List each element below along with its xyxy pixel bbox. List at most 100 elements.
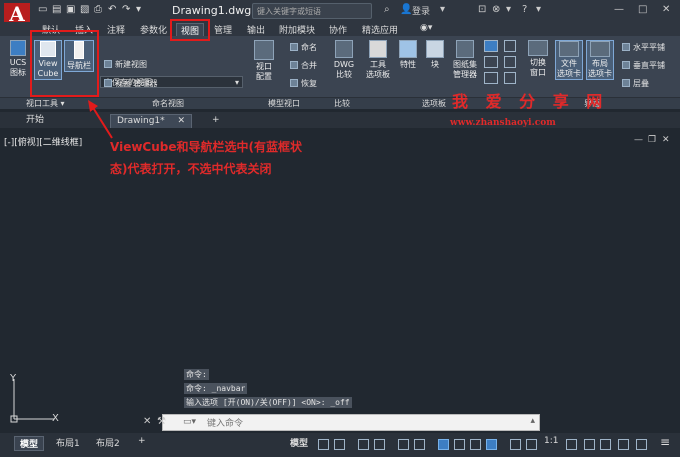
help-chevron-icon[interactable]: ▾ bbox=[536, 4, 541, 15]
cart-icon[interactable]: ⊡ bbox=[478, 4, 486, 15]
transparency-icon[interactable] bbox=[454, 439, 465, 450]
grid-icon[interactable] bbox=[318, 439, 329, 450]
dropdown-chevron-icon[interactable]: ▾ bbox=[440, 4, 445, 15]
join-viewport-button[interactable]: 合并 bbox=[290, 60, 317, 71]
panel-label-viewport-tools[interactable]: 视口工具 ▾ bbox=[26, 98, 65, 109]
units-icon[interactable] bbox=[618, 439, 629, 450]
add-tab-button[interactable]: + bbox=[212, 114, 220, 128]
layout-tabs-button[interactable]: 布局 选项卡 bbox=[586, 40, 614, 80]
tab-layout1[interactable]: 布局1 bbox=[56, 436, 80, 449]
viewport-minimize-icon[interactable]: — bbox=[634, 135, 643, 145]
new-file-icon[interactable]: ▭ bbox=[38, 4, 47, 15]
tab-annotate[interactable]: 注释 bbox=[107, 23, 125, 36]
user-icon[interactable]: 👤 bbox=[400, 4, 412, 15]
login-button[interactable]: 登录 bbox=[412, 4, 430, 17]
properties-button[interactable]: 特性 bbox=[396, 40, 420, 70]
open-file-icon[interactable]: ▤ bbox=[52, 4, 61, 15]
3d-osnap-icon[interactable] bbox=[486, 439, 497, 450]
help-icon[interactable]: ? bbox=[522, 4, 527, 15]
tab-start[interactable]: 开始 bbox=[26, 114, 44, 128]
undo-icon[interactable]: ↶ bbox=[108, 4, 116, 15]
customize-status-icon[interactable]: ≡ bbox=[660, 435, 670, 449]
print-icon[interactable]: ⎙ bbox=[94, 4, 102, 15]
tile-horizontal-label: 水平平铺 bbox=[633, 43, 665, 52]
block-button[interactable]: 块 bbox=[424, 40, 446, 70]
tab-collaborate[interactable]: 协作 bbox=[329, 23, 347, 36]
palette-toggle-icon-5[interactable] bbox=[504, 56, 516, 68]
settings-icon[interactable] bbox=[584, 439, 595, 450]
viewport-config-button[interactable]: 视口 配置 bbox=[250, 40, 278, 82]
tab-manage[interactable]: 管理 bbox=[214, 23, 232, 36]
search-input[interactable]: 键入关键字或短语 bbox=[252, 3, 372, 19]
drawing-canvas[interactable]: [-][俯视][二维线框] — ❐ ✕ Y X 命令: 命令: _navbar … bbox=[0, 129, 680, 433]
tile-horizontal-button[interactable]: 水平平铺 bbox=[622, 42, 665, 53]
isolate-icon[interactable] bbox=[636, 439, 647, 450]
viewport-controls[interactable]: [-][俯视][二维线框] bbox=[4, 135, 82, 148]
close-icon[interactable]: ✕ bbox=[662, 4, 670, 15]
restore-viewport-button[interactable]: 恢复 bbox=[290, 78, 317, 89]
title-bar: A ▭ ▤ ▣ ▧ ⎙ ↶ ↷ ▾ Drawing1.dwg 键入关键字或短语 … bbox=[0, 0, 680, 27]
tile-vertical-label: 垂直平铺 bbox=[633, 61, 665, 70]
palette-toggle-icon-3[interactable] bbox=[484, 72, 498, 84]
restore-icon bbox=[290, 79, 298, 87]
restore-label: 恢复 bbox=[301, 79, 317, 88]
viewport-restore-icon[interactable]: ❐ bbox=[648, 135, 656, 145]
tab-drawing1[interactable]: Drawing1* ✕ bbox=[110, 114, 193, 128]
switch-window-button[interactable]: 切换 窗口 bbox=[524, 40, 552, 78]
save-icon[interactable]: ▣ bbox=[66, 4, 75, 15]
workspace-icon[interactable] bbox=[566, 439, 577, 450]
sheetset-manager-button[interactable]: 图纸集 管理器 bbox=[450, 40, 480, 80]
redo-icon[interactable]: ↷ bbox=[122, 4, 130, 15]
tile-vertical-button[interactable]: 垂直平铺 bbox=[622, 60, 665, 71]
annotation-visibility-icon[interactable] bbox=[510, 439, 521, 450]
tab-model[interactable]: 模型 bbox=[14, 436, 45, 451]
tab-layout2[interactable]: 布局2 bbox=[96, 436, 120, 449]
command-input[interactable] bbox=[207, 417, 507, 429]
auto-scale-icon[interactable] bbox=[526, 439, 537, 450]
command-prompt-icon[interactable]: ▭▾ bbox=[183, 417, 196, 427]
customize-icon[interactable]: ⚒ bbox=[157, 416, 166, 427]
save-as-icon[interactable]: ▧ bbox=[80, 4, 89, 15]
block-icon bbox=[426, 40, 444, 58]
osnap-icon[interactable] bbox=[414, 439, 425, 450]
autocad-window: A ▭ ▤ ▣ ▧ ⎙ ↶ ↷ ▾ Drawing1.dwg 键入关键字或短语 … bbox=[0, 0, 680, 457]
palette-toggle-icon-2[interactable] bbox=[484, 56, 498, 68]
exchange-icon[interactable]: ⊗ bbox=[492, 4, 500, 15]
tab-output[interactable]: 输出 bbox=[247, 23, 265, 36]
annotation-monitor-icon[interactable] bbox=[600, 439, 611, 450]
model-space-button[interactable]: 模型 bbox=[290, 436, 308, 449]
osnap-track-icon[interactable] bbox=[398, 439, 409, 450]
maximize-icon[interactable]: □ bbox=[638, 4, 647, 15]
view-manager-button[interactable]: 视图 管理器 bbox=[104, 78, 158, 89]
tab-addins[interactable]: 附加模块 bbox=[279, 23, 315, 36]
tab-parametric[interactable]: 参数化 bbox=[140, 23, 167, 36]
minimize-icon[interactable]: — bbox=[614, 4, 624, 15]
tab-featured-apps[interactable]: 精选应用 bbox=[362, 23, 398, 36]
annotation-scale[interactable]: 1:1 bbox=[544, 436, 558, 446]
palette-toggle-icon[interactable] bbox=[484, 40, 498, 52]
polar-icon[interactable] bbox=[374, 439, 385, 450]
dropdown-icon[interactable]: ▾ bbox=[136, 4, 141, 15]
close-tab-icon[interactable]: ✕ bbox=[178, 116, 186, 126]
snap-icon[interactable] bbox=[334, 439, 345, 450]
selection-cycling-icon[interactable] bbox=[470, 439, 481, 450]
viewport-close-icon[interactable]: ✕ bbox=[662, 135, 670, 145]
ortho-icon[interactable] bbox=[358, 439, 369, 450]
tool-palettes-button[interactable]: 工具 选项板 bbox=[364, 40, 392, 80]
palette-toggle-icon-6[interactable] bbox=[504, 72, 516, 84]
add-layout-button[interactable]: + bbox=[138, 436, 146, 446]
ribbon-options-icon[interactable]: ◉▾ bbox=[420, 23, 432, 33]
palette-toggle-icon-4[interactable] bbox=[504, 40, 516, 52]
dwg-compare-button[interactable]: DWG 比较 bbox=[330, 40, 358, 80]
search-icon[interactable]: ⌕ bbox=[384, 4, 390, 15]
lineweight-icon[interactable] bbox=[438, 439, 449, 450]
new-view-button[interactable]: 新建视图 bbox=[104, 59, 147, 70]
ucs-icon-button[interactable]: UCS 图标 bbox=[6, 40, 30, 78]
viewport-config-icon bbox=[254, 40, 274, 60]
command-history-icon[interactable]: ▴ bbox=[530, 416, 535, 426]
help-dropdown-icon[interactable]: ▾ bbox=[506, 4, 511, 15]
close-command-icon[interactable]: ✕ bbox=[143, 416, 151, 427]
cascade-button[interactable]: 层叠 bbox=[622, 78, 649, 89]
file-tabs-button[interactable]: 文件 选项卡 bbox=[555, 40, 583, 80]
named-viewport-button[interactable]: 命名 bbox=[290, 42, 317, 53]
